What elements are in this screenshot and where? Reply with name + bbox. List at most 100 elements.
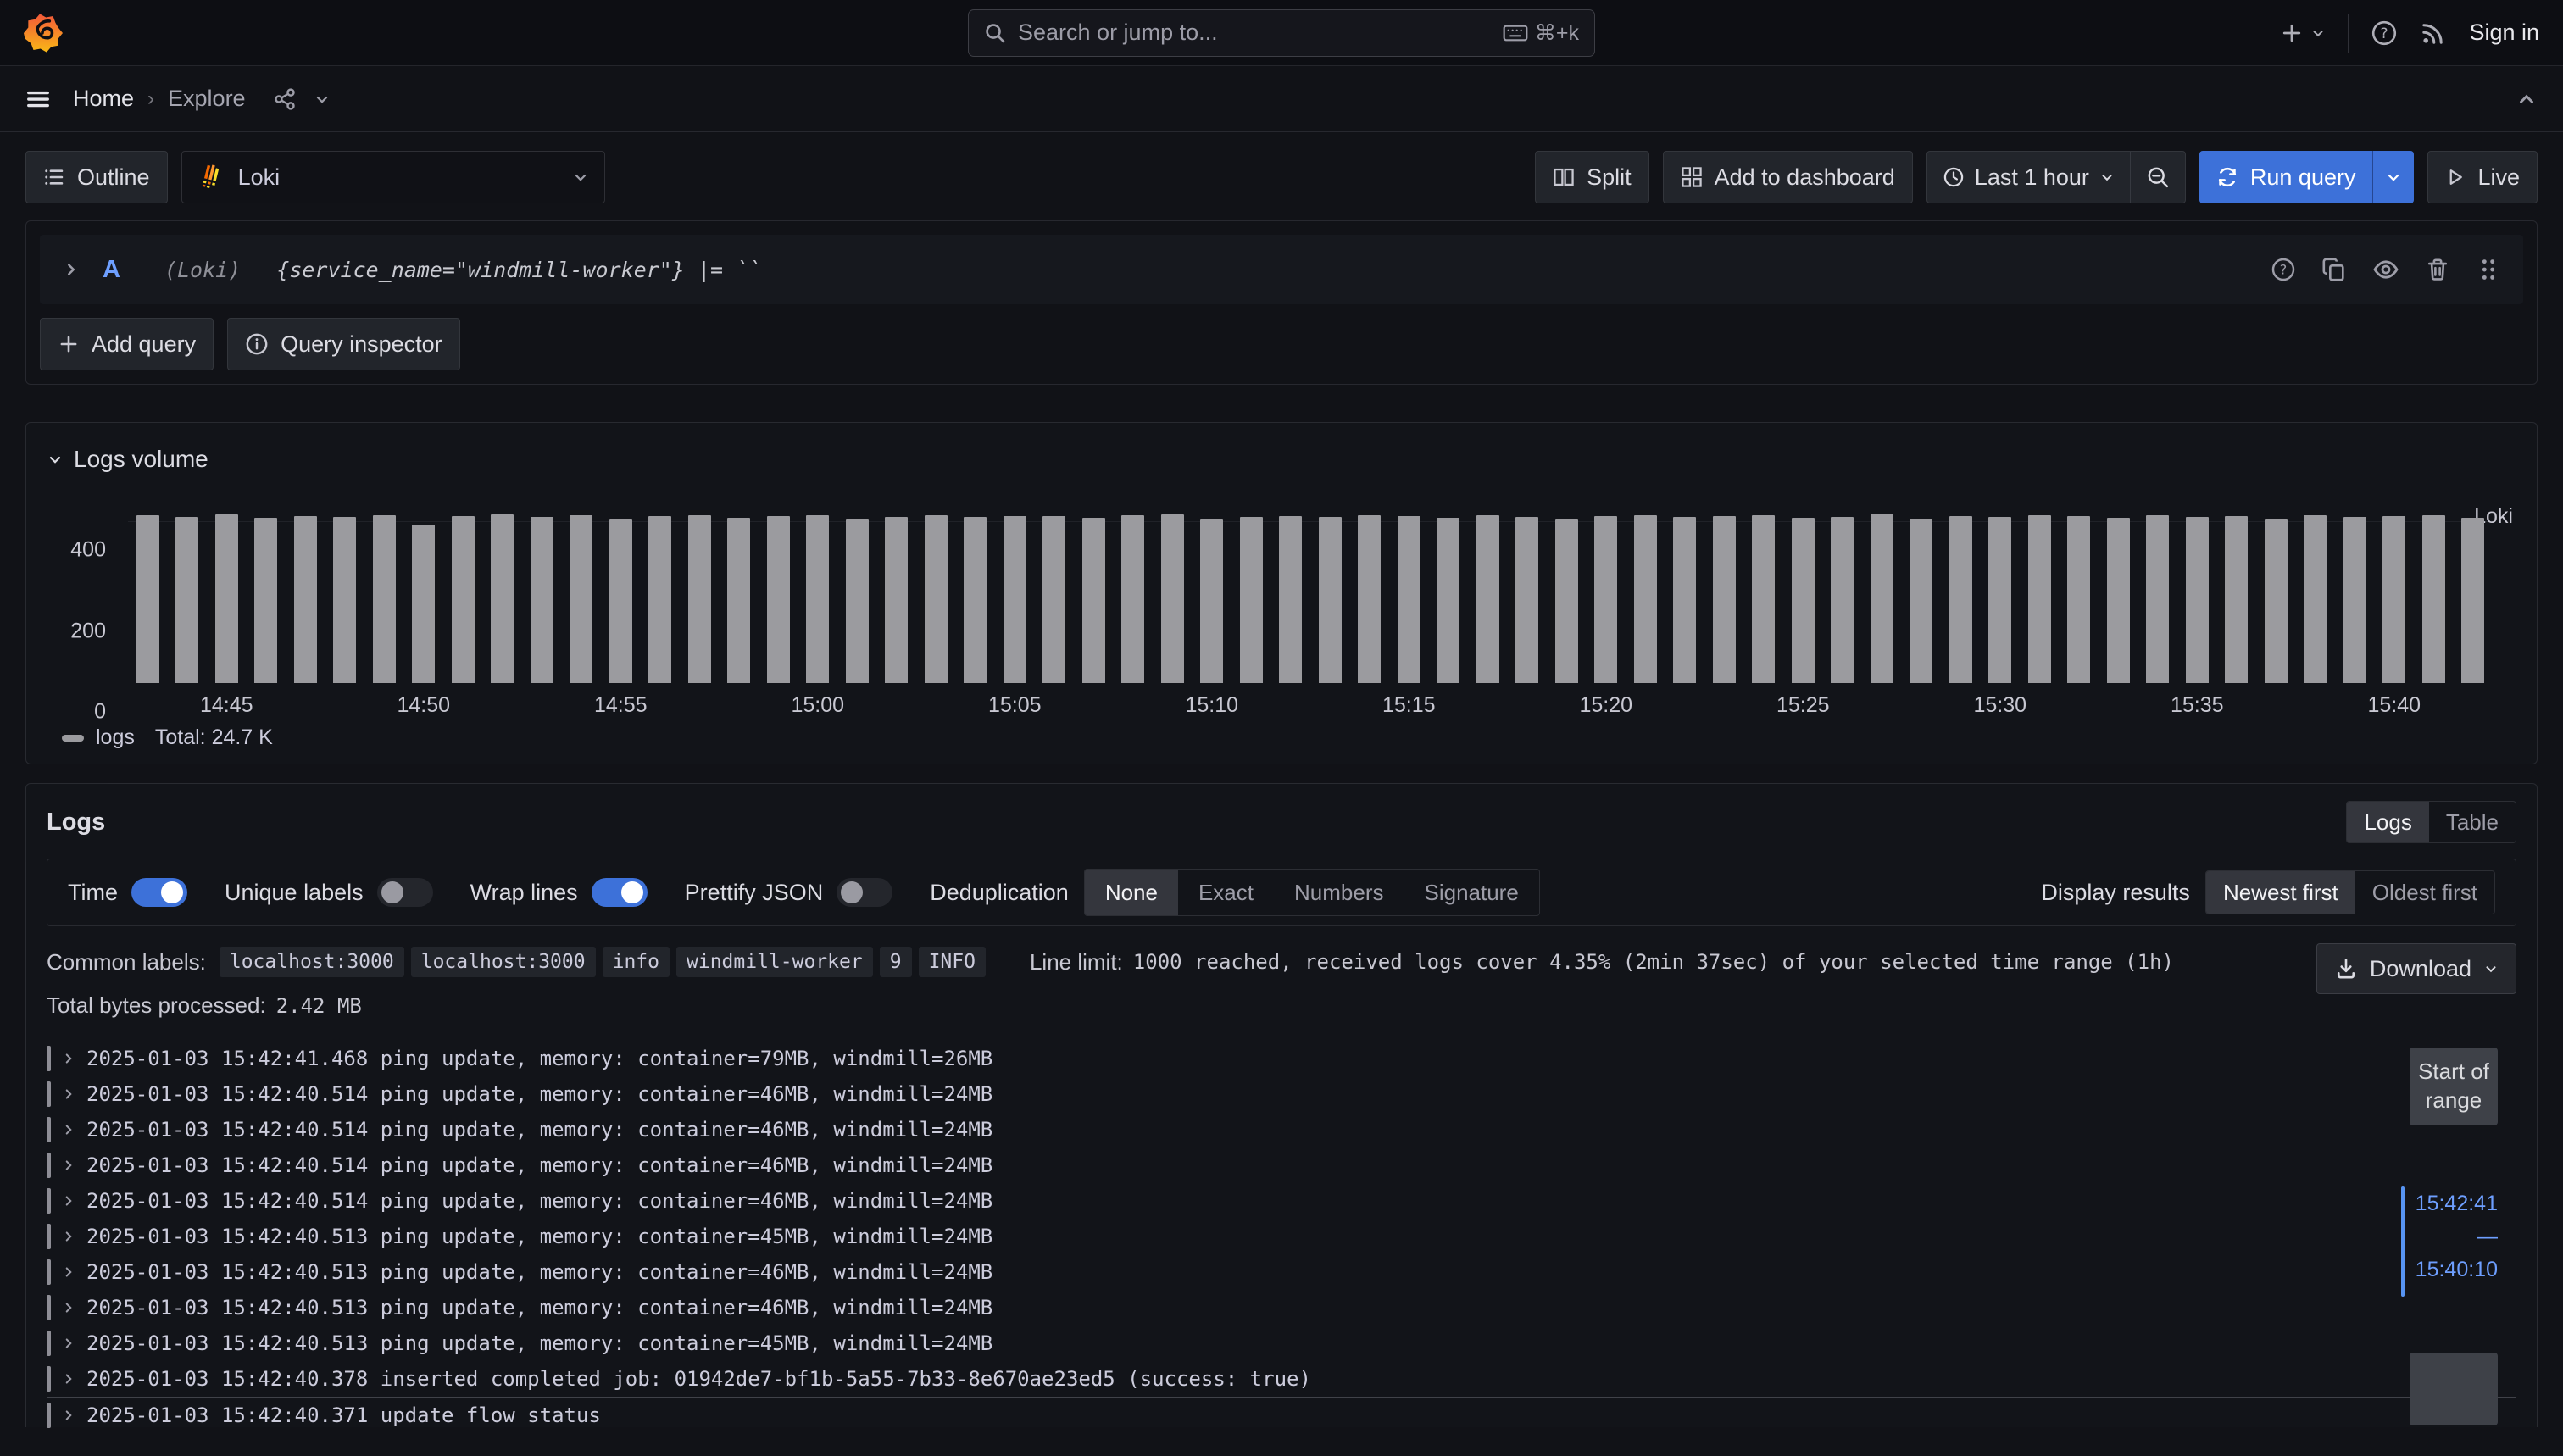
display-option-oldest-first[interactable]: Oldest first [2355, 871, 2494, 914]
add-query-button[interactable]: Add query [40, 318, 214, 370]
split-button[interactable]: Split [1535, 151, 1649, 203]
range-from-time[interactable]: 15:42:41 [2416, 1192, 2498, 1216]
query-row[interactable]: A (Loki) {service_name="windmill-worker"… [40, 235, 2523, 304]
logs-volume-bar [2265, 519, 2288, 684]
expand-log-icon[interactable] [61, 1122, 76, 1137]
outline-icon [43, 166, 65, 188]
logs-volume-bar [1042, 516, 1065, 683]
chart-plot-area[interactable] [128, 509, 2493, 683]
toggle-switch[interactable] [377, 878, 433, 907]
run-query-dropdown-button[interactable] [2373, 151, 2414, 203]
download-button[interactable]: Download [2316, 943, 2516, 994]
logs-volume-title: Logs volume [74, 446, 208, 473]
display-option-newest-first[interactable]: Newest first [2206, 871, 2355, 914]
logs-view-toggle: LogsTable [2346, 801, 2516, 843]
chevron-up-icon[interactable] [2516, 88, 2538, 110]
log-row[interactable]: 2025-01-03 15:42:41.468 ping update, mem… [47, 1041, 2516, 1076]
expand-log-icon[interactable] [61, 1051, 76, 1066]
query-expression[interactable]: {service_name="windmill-worker"} |= `` [276, 258, 761, 282]
toggle-switch[interactable] [837, 878, 892, 907]
outline-button[interactable]: Outline [25, 151, 168, 203]
time-range-button[interactable]: Last 1 hour [1927, 152, 2130, 203]
query-ref-id[interactable]: A [103, 256, 120, 284]
download-icon [2334, 957, 2358, 981]
toggle-knob [621, 881, 643, 903]
expand-log-icon[interactable] [61, 1408, 76, 1423]
toggle-label: Prettify JSON [685, 880, 824, 906]
chevron-down-icon [47, 451, 64, 468]
logs-volume-bar [1358, 515, 1381, 683]
query-inspector-button[interactable]: Query inspector [227, 318, 460, 370]
chevron-down-icon[interactable] [314, 91, 331, 108]
breadcrumb: Home › Explore [73, 86, 246, 112]
logs-volume-bar [373, 515, 396, 683]
logs-volume-header[interactable]: Logs volume [47, 438, 2516, 481]
expand-log-icon[interactable] [61, 1229, 76, 1244]
run-query-button[interactable]: Run query [2199, 151, 2373, 203]
trash-icon[interactable] [2425, 257, 2450, 282]
start-of-range-indicator[interactable]: Start of range [2410, 1048, 2498, 1125]
expand-log-icon[interactable] [61, 1158, 76, 1173]
log-level-bar [47, 1331, 51, 1356]
sign-in-button[interactable]: Sign in [2469, 19, 2539, 46]
y-axis-labels: 0200400 [47, 538, 118, 712]
share-icon[interactable] [273, 87, 297, 111]
copy-query-icon[interactable] [2321, 257, 2347, 282]
logs-volume-bar [570, 515, 592, 683]
toggle-switch[interactable] [131, 878, 187, 907]
dedup-option-signature[interactable]: Signature [1404, 870, 1538, 915]
x-tick-label: 15:25 [1776, 693, 1830, 718]
expand-log-icon[interactable] [61, 1336, 76, 1351]
logs-volume-bar [1988, 517, 2011, 683]
log-row[interactable]: 2025-01-03 15:42:40.513 ping update, mem… [47, 1254, 2516, 1290]
logs-volume-bar [964, 517, 987, 683]
log-row[interactable]: 2025-01-03 15:42:40.514 ping update, mem… [47, 1183, 2516, 1219]
view-option-table[interactable]: Table [2429, 802, 2516, 842]
search-input[interactable]: Search or jump to... ⌘+k [968, 9, 1595, 57]
log-row[interactable]: 2025-01-03 15:42:40.371 update flow stat… [47, 1397, 2516, 1432]
query-help-icon[interactable]: ? [2271, 257, 2296, 282]
toggle-label: Wrap lines [470, 880, 578, 906]
live-button[interactable]: Live [2427, 151, 2538, 203]
log-row[interactable]: 2025-01-03 15:42:40.513 ping update, mem… [47, 1219, 2516, 1254]
logs-volume-bar [1634, 515, 1657, 683]
toggle-switch[interactable] [592, 878, 648, 907]
dedup-option-none[interactable]: None [1085, 870, 1178, 915]
dedup-option-exact[interactable]: Exact [1178, 870, 1274, 915]
add-to-dashboard-button[interactable]: Add to dashboard [1663, 151, 1913, 203]
logs-volume-bar [1752, 515, 1775, 683]
zoom-out-time-button[interactable] [2131, 152, 2185, 203]
log-row[interactable]: 2025-01-03 15:42:40.514 ping update, mem… [47, 1076, 2516, 1112]
expand-log-icon[interactable] [61, 1371, 76, 1387]
expand-log-icon[interactable] [61, 1086, 76, 1102]
logs-volume-bar [2225, 516, 2248, 683]
expand-log-icon[interactable] [61, 1193, 76, 1209]
drag-handle-icon[interactable] [2476, 257, 2501, 282]
log-row[interactable]: 2025-01-03 15:42:40.514 ping update, mem… [47, 1148, 2516, 1183]
datasource-picker[interactable]: Loki [181, 151, 605, 203]
logs-volume-bar [1240, 517, 1263, 683]
expand-log-icon[interactable] [61, 1300, 76, 1315]
range-to-time[interactable]: 15:40:10 [2416, 1258, 2498, 1282]
expand-log-icon[interactable] [61, 1264, 76, 1280]
log-row[interactable]: 2025-01-03 15:42:40.513 ping update, mem… [47, 1290, 2516, 1325]
end-of-range-indicator[interactable] [2410, 1353, 2498, 1425]
logs-volume-bar [2422, 515, 2445, 683]
breadcrumb-home-link[interactable]: Home [73, 86, 134, 112]
log-line-text: 2025-01-03 15:42:40.514 ping update, mem… [86, 1153, 992, 1177]
dedup-option-numbers[interactable]: Numbers [1274, 870, 1404, 915]
log-row[interactable]: 2025-01-03 15:42:40.378 inserted complet… [47, 1361, 2516, 1397]
collapse-query-icon[interactable] [62, 260, 81, 279]
view-option-logs[interactable]: Logs [2347, 802, 2428, 842]
eye-icon[interactable] [2372, 256, 2399, 283]
new-menu-button[interactable] [2280, 21, 2326, 45]
grafana-logo-icon[interactable] [24, 14, 63, 53]
news-rss-icon[interactable] [2420, 19, 2447, 47]
log-row[interactable]: 2025-01-03 15:42:40.513 ping update, mem… [47, 1325, 2516, 1361]
log-line-text: 2025-01-03 15:42:40.514 ping update, mem… [86, 1189, 992, 1213]
logs-volume-bar [688, 515, 711, 683]
help-icon[interactable]: ? [2371, 19, 2398, 47]
menu-hamburger-icon[interactable] [25, 86, 51, 112]
legend-series-name[interactable]: logs [96, 725, 135, 750]
log-row[interactable]: 2025-01-03 15:42:40.514 ping update, mem… [47, 1112, 2516, 1148]
